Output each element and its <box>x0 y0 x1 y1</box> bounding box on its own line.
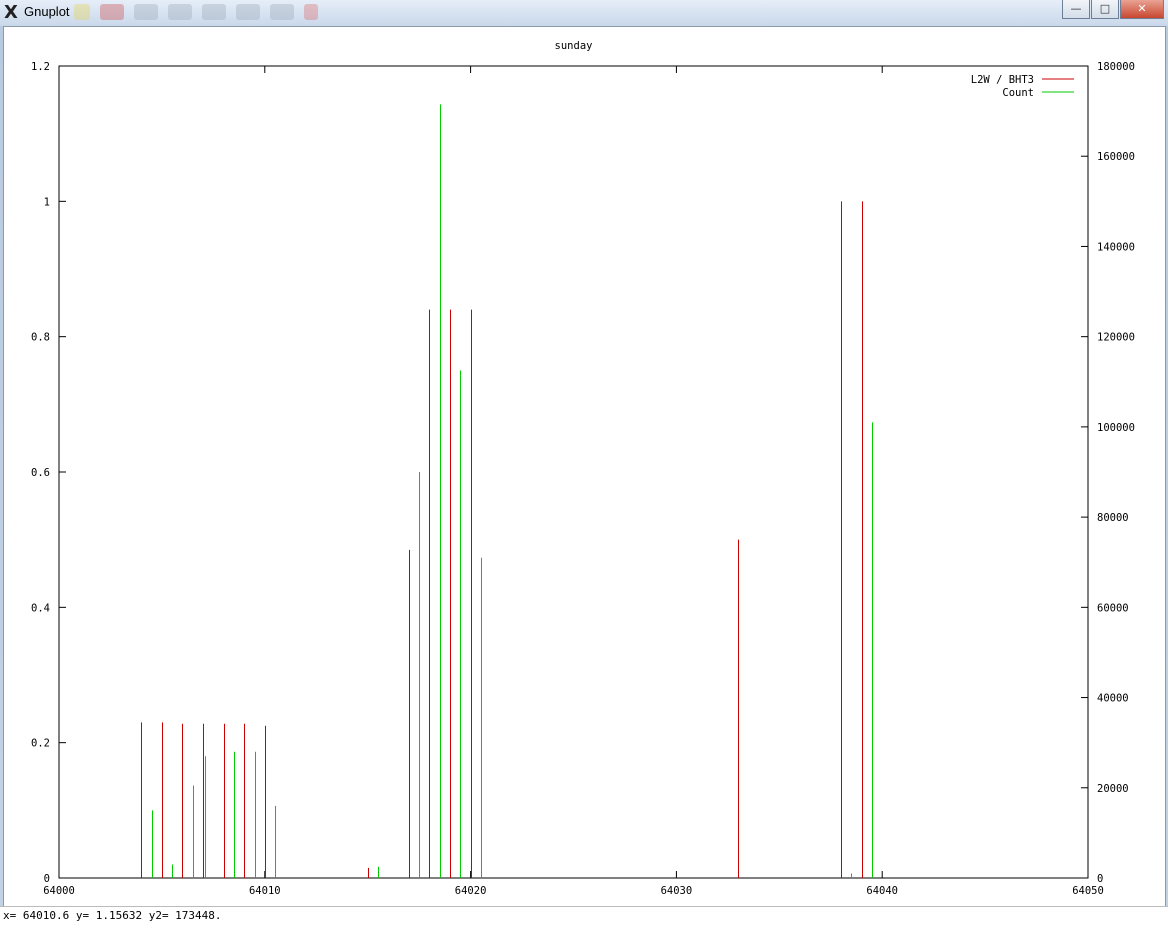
y-tick-label: 1.2 <box>31 61 50 73</box>
y2-tick-label: 40000 <box>1097 693 1129 705</box>
y-tick-label: 1 <box>44 196 50 208</box>
y-tick-label: 0.6 <box>31 467 50 479</box>
plot-canvas[interactable]: sunday 64000 64010 64020 64030 64040 64050 0 0.2… <box>3 26 1166 908</box>
y-tick-label: 0.8 <box>31 332 50 344</box>
x-tick-label: 64040 <box>866 885 898 897</box>
x-tick-label: 64020 <box>455 885 487 897</box>
maximize-button[interactable]: □ <box>1091 0 1119 19</box>
window-title: Gnuplot <box>24 4 70 19</box>
status-bar: x= 64010.6 y= 1.15632 y2= 173448. <box>0 906 1168 929</box>
y2-tick-label: 0 <box>1097 873 1103 885</box>
y2-tick-label: 120000 <box>1097 332 1135 344</box>
window-controls: — □ ✕ <box>1062 0 1164 19</box>
minimize-button[interactable]: — <box>1062 0 1090 19</box>
close-button[interactable]: ✕ <box>1120 0 1164 19</box>
gnuplot-app-icon: X <box>4 2 18 23</box>
y-tick-label: 0 <box>44 873 50 885</box>
bookmark-icon[interactable] <box>74 4 90 20</box>
toolbar <box>74 4 318 20</box>
y2-tick-label: 160000 <box>1097 151 1135 163</box>
title-bar: X Gnuplot — □ ✕ <box>0 0 1168 26</box>
gnuplot-window: X Gnuplot — □ ✕ sunday 64000 64010 64020 640… <box>0 0 1168 929</box>
y2-tick-label: 100000 <box>1097 422 1135 434</box>
legend-label: Count <box>1002 87 1034 99</box>
export-icon[interactable] <box>304 4 318 20</box>
y2-tick-label: 60000 <box>1097 602 1129 614</box>
print-icon[interactable] <box>100 4 124 20</box>
mouse-coordinates-readout: x= 64010.6 y= 1.15632 y2= 173448. <box>3 909 222 922</box>
plot-border <box>58 65 1089 879</box>
mouse-icon[interactable] <box>270 4 294 20</box>
chart-svg: sunday64000 64010 64020 64030 64040 6405000.2… <box>31 40 1135 897</box>
grid-icon[interactable] <box>236 4 260 20</box>
y2-tick-label: 140000 <box>1097 241 1135 253</box>
replot-icon[interactable] <box>202 4 226 20</box>
x-tick-label: 64010 <box>249 885 281 897</box>
clipboard-icon[interactable] <box>168 4 192 20</box>
x-tick-label: 64050 <box>1072 885 1104 897</box>
legend-label: L2W / BHT3 <box>971 74 1034 86</box>
copy-icon[interactable] <box>134 4 158 20</box>
y-tick-label: 0.4 <box>31 602 50 614</box>
x-tick-label: 64030 <box>661 885 693 897</box>
y-tick-label: 0.2 <box>31 738 50 750</box>
y2-tick-label: 20000 <box>1097 783 1129 795</box>
chart-title: sunday <box>555 40 593 52</box>
x-tick-label: 64000 <box>43 885 75 897</box>
y2-tick-label: 180000 <box>1097 61 1135 73</box>
y2-tick-label: 80000 <box>1097 512 1129 524</box>
